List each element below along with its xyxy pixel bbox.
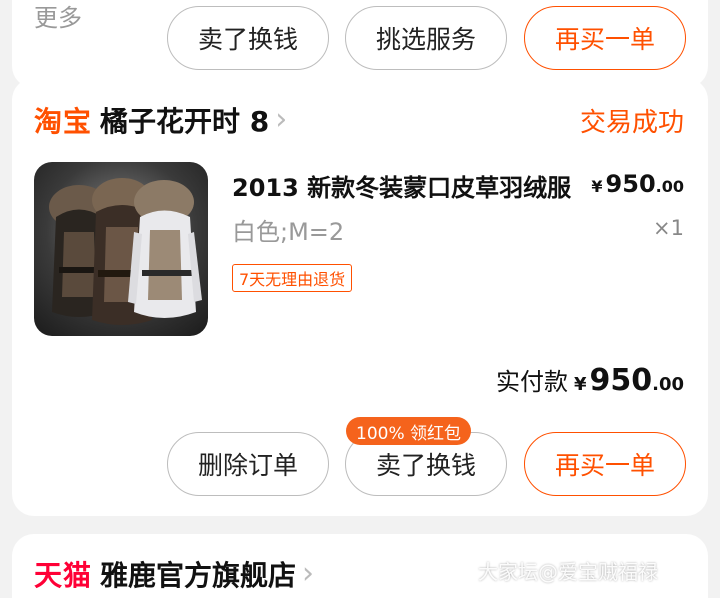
product-sku: 白色;M=2: [232, 218, 345, 246]
total-currency: ¥: [573, 374, 587, 395]
total-decimal: .00: [652, 374, 684, 395]
shop-name: 雅鹿官方旗舰店: [100, 559, 297, 592]
price-currency: ¥: [591, 177, 603, 196]
buy-again-button[interactable]: 再买一单: [524, 6, 686, 70]
price-integer: 950: [605, 170, 656, 198]
order-card: 淘宝 橘子花开时 8 › 交易成功 2013 新款冬装蒙口皮草羽绒服 ¥950.…: [12, 78, 708, 516]
more-link[interactable]: 更多: [34, 0, 82, 33]
price-decimal: .00: [655, 177, 684, 196]
total-paid: 实付款 ¥950.00: [496, 362, 684, 398]
product-quantity: ×1: [653, 216, 684, 240]
shop-header[interactable]: 淘宝 橘子花开时 8 ›: [34, 100, 287, 140]
product-thumbnail[interactable]: [34, 162, 208, 336]
red-packet-badge: 100% 领红包: [346, 417, 472, 445]
watermark: 大家坛@爱宝贼福禄: [478, 560, 658, 584]
sell-for-cash-button[interactable]: 卖了换钱: [167, 6, 329, 70]
buy-again-button[interactable]: 再买一单: [524, 432, 686, 496]
product-title[interactable]: 2013 新款冬装蒙口皮草羽绒服: [232, 168, 572, 203]
total-integer: 950: [589, 363, 653, 398]
shop-header[interactable]: 天猫 雅鹿官方旗舰店 ›: [34, 554, 314, 594]
taobao-logo: 淘宝: [34, 105, 93, 138]
order-status: 交易成功: [579, 108, 684, 138]
chevron-right-icon: ›: [302, 556, 315, 591]
tmall-logo: 天猫: [34, 559, 93, 592]
return-policy-tag: 7天无理由退货: [232, 264, 353, 292]
chevron-right-icon: ›: [275, 102, 288, 137]
select-service-button[interactable]: 挑选服务: [345, 6, 507, 70]
product-image: [49, 178, 202, 325]
product-price: ¥950.00: [591, 170, 684, 198]
order-card-previous: 更多 卖了换钱 挑选服务 再买一单: [12, 0, 708, 88]
total-label: 实付款: [495, 368, 568, 396]
shop-name: 橘子花开时 8: [100, 105, 270, 138]
delete-order-button[interactable]: 删除订单: [167, 432, 329, 496]
